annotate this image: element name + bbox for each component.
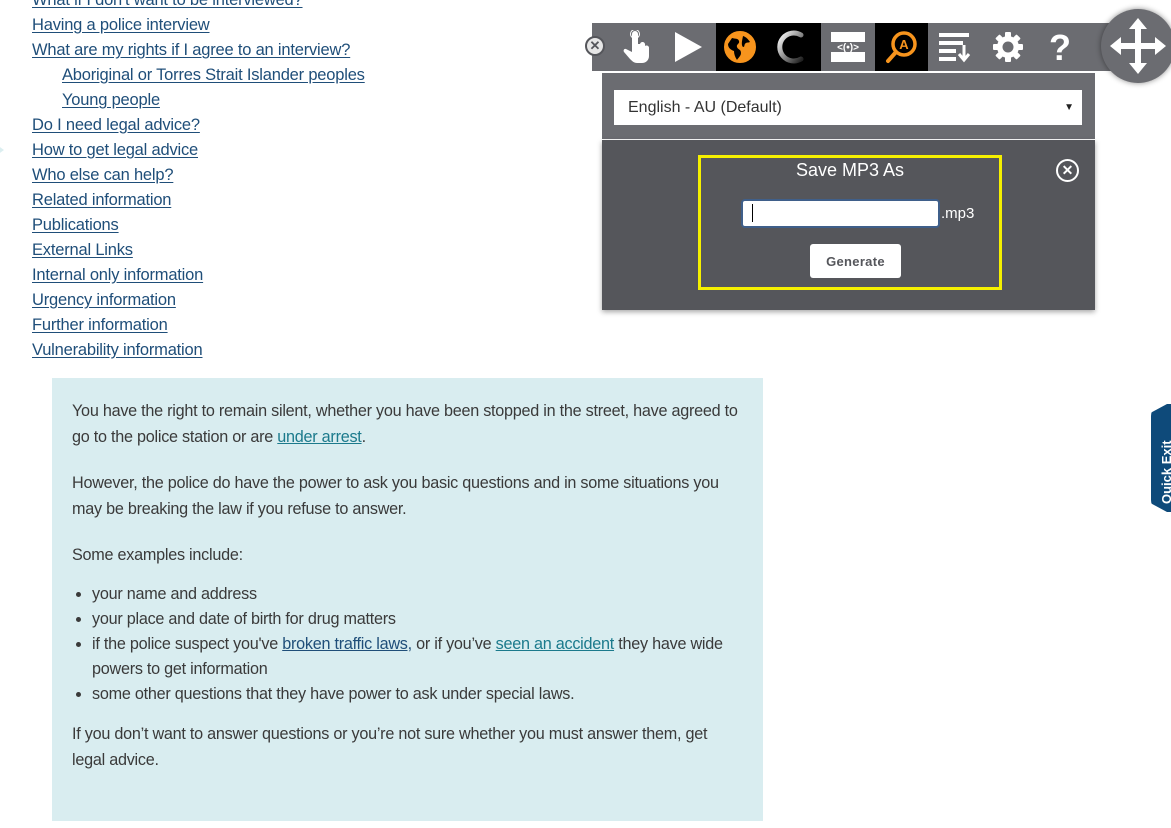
- text-magnifier-button[interactable]: A: [875, 23, 928, 71]
- generate-button[interactable]: Generate: [810, 244, 901, 278]
- under-arrest-link[interactable]: under arrest: [277, 428, 362, 446]
- nav-link-who-else[interactable]: Who else can help?: [32, 166, 174, 184]
- svg-text:A: A: [899, 37, 909, 52]
- nav-item: External Links: [32, 238, 365, 263]
- callout-paragraph: Some examples include:: [72, 546, 243, 564]
- nav-item: Having a police interview: [32, 13, 365, 38]
- close-icon: ✕: [1061, 162, 1074, 178]
- nav-link-young-people[interactable]: Young people: [62, 91, 160, 109]
- callout-paragraph: If you don’t want to answer questions or…: [72, 725, 708, 769]
- mp3-extension-label: .mp3: [941, 205, 975, 222]
- nav-item: Do I need legal advice?: [32, 113, 365, 138]
- text-caret: [752, 204, 753, 222]
- list-text: if the police suspect you've: [92, 635, 283, 653]
- nav-active-marker: [0, 140, 4, 160]
- download-mp3-icon: [938, 33, 970, 63]
- rights-callout: You have the right to remain silent, whe…: [52, 378, 763, 821]
- nav-item: How to get legal advice: [32, 138, 365, 163]
- nav-item: Who else can help?: [32, 163, 365, 188]
- play-button[interactable]: [664, 23, 711, 71]
- callout-text: You have the right to remain silent, whe…: [72, 402, 738, 446]
- svg-text:<(•)>: <(•)>: [837, 43, 859, 54]
- nav-item: Aboriginal or Torres Strait Islander peo…: [32, 63, 365, 88]
- help-icon: ?: [1049, 29, 1071, 65]
- quick-exit-button[interactable]: Quick Exit: [1151, 404, 1171, 512]
- page-contents-nav: What if I don't want to be interviewed? …: [32, 0, 365, 363]
- globe-icon: [723, 31, 756, 63]
- save-mp3-title: Save MP3 As: [795, 160, 905, 180]
- play-icon: [674, 32, 702, 62]
- language-select[interactable]: English - AU (Default) ▼: [614, 90, 1082, 125]
- quick-exit-label: Quick Exit: [1159, 440, 1171, 504]
- gear-icon: [992, 32, 1023, 62]
- nav-link-aboriginal[interactable]: Aboriginal or Torres Strait Islander peo…: [62, 66, 365, 84]
- download-mp3-button[interactable]: [931, 23, 978, 71]
- nav-link-rights-interview[interactable]: What are my rights if I agree to an inte…: [32, 41, 350, 59]
- translate-button[interactable]: [716, 23, 763, 71]
- callout-paragraph: However, the police do have the power to…: [72, 474, 719, 518]
- examples-list: your name and address your place and dat…: [72, 582, 743, 707]
- nav-link-further-info[interactable]: Further information: [32, 316, 168, 334]
- screen-mask-icon: <(•)>: [831, 32, 865, 62]
- hover-speak-button[interactable]: [613, 23, 660, 71]
- toolbar-drag-handle[interactable]: [1101, 9, 1171, 83]
- nav-link-vulnerability[interactable]: Vulnerability information: [32, 341, 203, 359]
- loading-spinner-icon: [777, 30, 804, 64]
- nav-link-internal-only[interactable]: Internal only information: [32, 266, 203, 284]
- help-button[interactable]: ?: [1036, 23, 1083, 71]
- nav-item: Publications: [32, 213, 365, 238]
- screen-mask-button[interactable]: <(•)>: [823, 23, 873, 71]
- list-item: some other questions that they have powe…: [92, 682, 743, 707]
- nav-link-external-links[interactable]: External Links: [32, 241, 133, 259]
- nav-link-not-interviewed[interactable]: What if I don't want to be interviewed?: [32, 0, 303, 9]
- nav-item: Further information: [32, 313, 365, 338]
- nav-link-urgency[interactable]: Urgency information: [32, 291, 176, 309]
- nav-link-related-info[interactable]: Related information: [32, 191, 171, 209]
- nav-link-publications[interactable]: Publications: [32, 216, 119, 234]
- list-text: or if you’ve: [411, 635, 496, 653]
- hand-pointer-icon: [623, 30, 649, 63]
- mp3-filename-input[interactable]: [741, 199, 940, 228]
- seen-an-accident-link[interactable]: seen an accident: [496, 635, 615, 653]
- settings-button[interactable]: [984, 23, 1031, 71]
- nav-link-need-legal-advice[interactable]: Do I need legal advice?: [32, 116, 200, 134]
- nav-item: What are my rights if I agree to an inte…: [32, 38, 365, 63]
- list-item: your name and address: [92, 582, 743, 607]
- toolbar-close-button[interactable]: ✕: [585, 36, 605, 56]
- nav-item: Vulnerability information: [32, 338, 365, 363]
- magnifier-text-icon: A: [885, 31, 917, 63]
- nav-item: Urgency information: [32, 288, 365, 313]
- nav-item: Internal only information: [32, 263, 365, 288]
- list-item: your place and date of birth for drug ma…: [92, 607, 743, 632]
- loading-indicator: [763, 23, 821, 71]
- nav-item: Related information: [32, 188, 365, 213]
- close-dialog-button[interactable]: ✕: [1056, 159, 1079, 182]
- move-arrows-icon: [1110, 18, 1166, 74]
- nav-link-get-legal-advice[interactable]: How to get legal advice: [32, 141, 198, 159]
- list-item: if the police suspect you've broken traf…: [92, 632, 743, 682]
- callout-text: .: [361, 428, 367, 446]
- nav-item: What if I don't want to be interviewed?: [32, 0, 365, 13]
- chevron-down-icon: ▼: [1064, 102, 1074, 113]
- nav-item: Young people: [32, 88, 365, 113]
- svg-text:?: ?: [1049, 29, 1071, 65]
- language-select-value: English - AU (Default): [628, 99, 782, 116]
- broken-traffic-laws-link[interactable]: broken traffic laws,: [282, 635, 412, 653]
- nav-link-police-interview[interactable]: Having a police interview: [32, 16, 210, 34]
- callout-paragraph: You have the right to remain silent, whe…: [72, 398, 743, 450]
